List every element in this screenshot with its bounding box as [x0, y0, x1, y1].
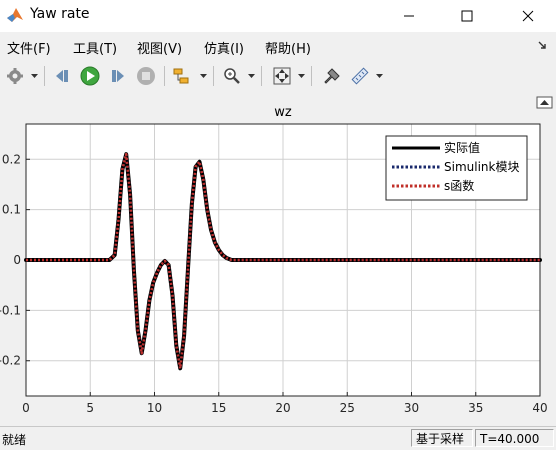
x-tick-label: 40: [532, 401, 547, 415]
stop-button[interactable]: [134, 64, 158, 88]
legend-label: 实际值: [444, 140, 480, 155]
x-tick-label: 35: [468, 401, 483, 415]
menu-simulation[interactable]: 仿真(I): [204, 38, 244, 57]
menu-bar: 文件(F) 工具(T) 视图(V) 仿真(I) 帮助(H): [0, 32, 556, 58]
cursor-measure-button[interactable]: [320, 64, 344, 88]
x-tick-label: 0: [22, 401, 30, 415]
cursor-measure-icon: [324, 68, 340, 84]
chevron-down-icon[interactable]: [200, 72, 207, 80]
menu-help[interactable]: 帮助(H): [265, 38, 311, 57]
fit-to-view-icon: [273, 67, 291, 85]
chevron-down-icon[interactable]: [31, 72, 38, 80]
legend-label: s函数: [444, 178, 474, 193]
step-back-button[interactable]: [50, 64, 74, 88]
step-forward-button[interactable]: [106, 64, 130, 88]
y-tick-label: -0.2: [0, 354, 21, 368]
x-tick-label: 25: [340, 401, 355, 415]
maximize-icon: [461, 10, 473, 22]
toolbar-separator: [311, 66, 312, 86]
run-icon: [80, 66, 100, 86]
chevron-down-icon[interactable]: [298, 72, 305, 80]
x-tick-label: 30: [404, 401, 419, 415]
matlab-logo-icon: [7, 8, 23, 22]
y-tick-label: 0: [13, 253, 21, 267]
y-tick-label: -0.1: [0, 303, 21, 317]
toolbar-separator: [164, 66, 165, 86]
maximize-button[interactable]: [444, 0, 490, 32]
fit-to-view-button[interactable]: [270, 64, 294, 88]
sample-mode-indicator: 基于采样: [411, 429, 473, 447]
gear-icon: [7, 68, 23, 84]
run-button[interactable]: [78, 64, 102, 88]
close-button[interactable]: [505, 0, 551, 32]
x-tick-label: 10: [147, 401, 162, 415]
yaw-rate-chart[interactable]: wz 0 5 10 15 20 25 30 35 40 -0.2 -0.1 0 0.1 0.2 实际值 Simu…: [0, 94, 556, 426]
dock-arrow-icon[interactable]: [538, 40, 548, 50]
chevron-down-icon[interactable]: [376, 72, 383, 80]
toolbar-separator: [261, 66, 262, 86]
zoom-button[interactable]: [220, 64, 244, 88]
x-tick-label: 15: [211, 401, 226, 415]
scope-plot-area: wz 0 5 10 15 20 25 30 35 40 -0.2 -0.1 0 0.1 0.2 实际值 Simu…: [0, 94, 556, 426]
toolbar-separator: [213, 66, 214, 86]
toolbar-separator: [44, 66, 45, 86]
signal-select-icon: [173, 68, 189, 84]
menu-file[interactable]: 文件(F): [7, 38, 51, 57]
menu-tools[interactable]: 工具(T): [73, 38, 117, 57]
x-tick-label: 20: [275, 401, 290, 415]
x-tick-label: 5: [86, 401, 94, 415]
status-bar: 就绪 基于采样 T=40.000: [0, 426, 556, 450]
title-bar: Yaw rate: [0, 0, 556, 32]
time-indicator: T=40.000: [475, 429, 554, 447]
minimize-button[interactable]: [386, 0, 432, 32]
minimize-icon: [404, 15, 414, 17]
window-title: Yaw rate: [30, 6, 90, 22]
settings-button[interactable]: [3, 64, 27, 88]
menu-view[interactable]: 视图(V): [137, 38, 182, 57]
zoom-icon: [224, 68, 240, 84]
triggers-icon: [351, 67, 369, 85]
triggers-button[interactable]: [348, 64, 372, 88]
legend-label: Simulink模块: [444, 160, 519, 174]
step-forward-icon: [112, 70, 124, 82]
step-back-icon: [56, 70, 68, 82]
chart-title: wz: [274, 105, 292, 120]
y-tick-label: 0.1: [2, 203, 21, 217]
status-text: 就绪: [2, 433, 27, 447]
signal-select-button[interactable]: [170, 64, 194, 88]
y-tick-label: 0.2: [2, 152, 21, 166]
toolbar: [0, 58, 556, 95]
close-icon: [522, 10, 534, 22]
chevron-down-icon[interactable]: [248, 72, 255, 80]
stop-icon: [137, 67, 155, 85]
